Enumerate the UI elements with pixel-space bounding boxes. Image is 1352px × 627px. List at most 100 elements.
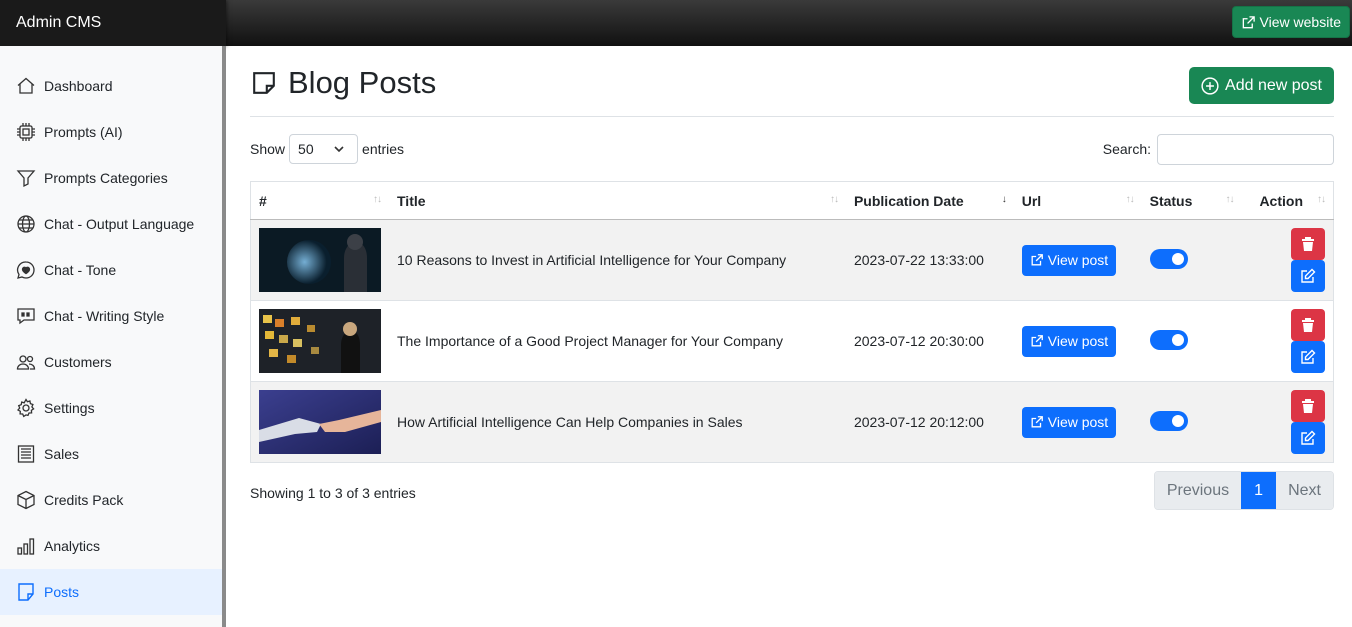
people-icon [16,355,36,370]
entries-label: entries [362,141,405,157]
sidebar-item-sales[interactable]: Sales [0,431,222,477]
sidebar-item-label: Sales [44,446,80,462]
funnel-icon [16,170,36,188]
receipt-icon [17,445,35,463]
previous-page-button[interactable]: Previous [1154,472,1242,509]
page-title: Blog Posts [250,61,436,101]
brand-title[interactable]: Admin CMS [0,0,226,46]
external-link-icon [1031,335,1043,347]
thumbnail-cell [250,381,389,463]
post-date: 2023-07-12 20:30:00 [845,300,1014,382]
column-header-number[interactable]: # ↑↓ [250,181,389,220]
sidebar-item-credits-pack[interactable]: Credits Pack [0,477,222,523]
status-toggle[interactable] [1149,329,1188,350]
table-controls: Show 50 entries Search: [250,117,1334,181]
url-cell: View post [1013,219,1142,301]
thumbnail-cell [250,219,389,301]
box-icon [17,490,35,510]
sidebar-item-settings[interactable]: Settings [0,385,222,431]
sidebar-item-label: Prompts (AI) [44,124,123,140]
table-row: The Importance of a Good Project Manager… [250,300,1334,382]
edit-button[interactable] [1291,341,1325,373]
sidebar-item-label: Credits Pack [44,492,124,508]
add-new-post-button[interactable]: Add new post [1189,67,1334,104]
sidebar-item-label: Prompts Categories [44,170,168,186]
pagination: Previous 1 Next [1153,471,1334,510]
external-link-icon [1031,416,1043,428]
house-icon [17,77,35,94]
sidebar-item-label: Customers [44,354,112,370]
sidebar-item-prompts-categories[interactable]: Prompts Categories [0,155,222,201]
page-1-button[interactable]: 1 [1241,472,1277,509]
plus-circle-icon [1201,76,1219,95]
delete-button[interactable] [1291,309,1325,341]
sidebar-item-label: Chat - Writing Style [44,308,165,324]
search-label: Search: [1102,141,1151,157]
column-header-title[interactable]: Title ↑↓ [389,181,846,220]
sidebar-item-dashboard[interactable]: Dashboard [0,63,222,109]
delete-button[interactable] [1291,390,1325,422]
post-thumbnail-sticky-notes[interactable] [259,309,381,373]
post-thumbnail-ai-hologram[interactable] [259,228,381,292]
post-date: 2023-07-12 20:12:00 [845,381,1014,463]
bar-chart-icon [17,538,35,555]
next-page-button[interactable]: Next [1276,472,1333,509]
add-new-post-label: Add new post [1225,76,1322,94]
column-header-action[interactable]: Action ↑↓ [1241,181,1334,220]
trash-icon [1302,237,1314,251]
column-header-publication-date[interactable]: Publication Date ↓ [845,181,1014,220]
action-cell [1241,381,1334,463]
status-toggle[interactable] [1149,248,1188,269]
top-bar: Admin CMS View website [0,0,1352,46]
external-link-icon [1031,254,1043,266]
action-cell [1241,300,1334,382]
sidebar-item-customers[interactable]: Customers [0,339,222,385]
chat-quote-icon [17,308,35,325]
url-cell: View post [1013,381,1142,463]
entries-select-value: 50 [298,141,314,157]
sidebar-item-label: Settings [44,400,95,416]
sidebar-item-analytics[interactable]: Analytics [0,523,222,569]
post-date: 2023-07-22 13:33:00 [845,219,1014,301]
delete-button[interactable] [1291,228,1325,260]
view-post-label: View post [1047,333,1109,349]
sidebar-item-output-language[interactable]: Chat - Output Language [0,201,222,247]
sticky-note-icon [18,583,34,601]
view-post-button[interactable]: View post [1021,244,1117,276]
external-link-icon [1242,15,1255,28]
entries-select[interactable]: 50 [289,134,359,164]
sidebar-item-posts[interactable]: Posts [0,569,222,615]
post-title: 10 Reasons to Invest in Artificial Intel… [389,219,846,301]
status-cell [1141,381,1242,463]
edit-button[interactable] [1291,422,1325,454]
sidebar-item-writing-style[interactable]: Chat - Writing Style [0,293,222,339]
sidebar-item-label: Posts [44,584,80,600]
sidebar: Dashboard Prompts (AI) Prompts Categorie… [0,46,226,627]
sort-icon: ↑↓ [1125,194,1135,205]
view-post-button[interactable]: View post [1021,325,1117,357]
sticky-note-icon [253,72,275,94]
sidebar-item-label: Chat - Tone [44,262,117,278]
globe-icon [17,215,35,233]
table-footer: Showing 1 to 3 of 3 entries Previous 1 N… [250,463,1334,523]
table-header-row: # ↑↓ Title ↑↓ Publication Date ↓ Url ↑↓ Stat… [250,181,1334,220]
show-label: Show [250,141,286,157]
sort-icon: ↑↓ [1317,194,1326,205]
column-header-status[interactable]: Status ↑↓ [1141,181,1242,220]
view-website-button[interactable]: View website [1231,6,1350,38]
sidebar-item-prompts-ai[interactable]: Prompts (AI) [0,109,222,155]
view-post-button[interactable]: View post [1021,406,1117,438]
post-title: How Artificial Intelligence Can Help Com… [389,381,846,463]
pencil-square-icon [1301,430,1316,445]
status-toggle[interactable] [1149,410,1188,431]
status-cell [1141,219,1242,301]
pencil-square-icon [1301,268,1316,283]
search-input[interactable] [1157,133,1334,165]
view-website-label: View website [1259,14,1341,30]
edit-button[interactable] [1291,260,1325,292]
pencil-square-icon [1301,349,1316,364]
sidebar-item-label: Analytics [44,538,101,554]
sidebar-item-tone[interactable]: Chat - Tone [0,247,222,293]
column-header-url[interactable]: Url ↑↓ [1013,181,1142,220]
post-thumbnail-robot-handshake[interactable] [259,390,381,454]
